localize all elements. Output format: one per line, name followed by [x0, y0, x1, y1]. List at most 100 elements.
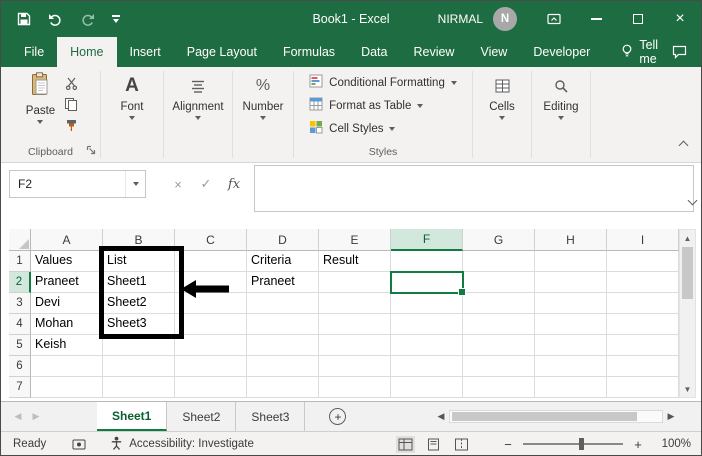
- close-button[interactable]: ×: [659, 1, 701, 37]
- select-all-button[interactable]: [9, 229, 31, 251]
- tab-review[interactable]: Review: [400, 37, 467, 67]
- cell-D5[interactable]: [247, 335, 319, 356]
- zoom-out-button[interactable]: −: [502, 437, 514, 452]
- cell-F5[interactable]: [391, 335, 463, 356]
- accessibility-button[interactable]: Accessibility: Investigate: [110, 436, 254, 453]
- row-header-7[interactable]: 7: [9, 377, 31, 398]
- cell-H4[interactable]: [535, 314, 607, 335]
- cell-F1[interactable]: [391, 251, 463, 272]
- row-header-1[interactable]: 1: [9, 251, 31, 272]
- tab-home[interactable]: Home: [57, 37, 117, 67]
- insert-function-button[interactable]: fx: [220, 177, 248, 192]
- cell-E3[interactable]: [319, 293, 391, 314]
- column-header-A[interactable]: A: [31, 229, 103, 251]
- maximize-button[interactable]: [617, 1, 659, 37]
- cell-G1[interactable]: [463, 251, 535, 272]
- cell-C7[interactable]: [175, 377, 247, 398]
- tab-page-layout[interactable]: Page Layout: [174, 37, 270, 67]
- horizontal-scroll-thumb[interactable]: [452, 411, 637, 421]
- row-header-2[interactable]: 2: [9, 272, 31, 293]
- cell-I7[interactable]: [607, 377, 679, 398]
- cancel-icon[interactable]: ×: [164, 177, 192, 192]
- cells-group-button[interactable]: Cells: [473, 67, 531, 120]
- zoom-slider[interactable]: [523, 438, 623, 450]
- tab-formulas[interactable]: Formulas: [270, 37, 348, 67]
- tab-data[interactable]: Data: [348, 37, 400, 67]
- sheet-tab-sheet3[interactable]: Sheet3: [236, 402, 306, 431]
- cell-I4[interactable]: [607, 314, 679, 335]
- cell-H1[interactable]: [535, 251, 607, 272]
- cell-A2[interactable]: Praneet: [31, 272, 103, 293]
- cell-A7[interactable]: [31, 377, 103, 398]
- cell-B6[interactable]: [103, 356, 175, 377]
- tab-view[interactable]: View: [467, 37, 520, 67]
- cell-I2[interactable]: [607, 272, 679, 293]
- cell-F6[interactable]: [391, 356, 463, 377]
- cell-A3[interactable]: Devi: [31, 293, 103, 314]
- cell-G5[interactable]: [463, 335, 535, 356]
- name-box-dropdown-icon[interactable]: [125, 171, 145, 197]
- font-group-button[interactable]: A Font: [101, 67, 163, 120]
- format-as-table-button[interactable]: Format as Table: [305, 96, 461, 115]
- cell-A4[interactable]: Mohan: [31, 314, 103, 335]
- cell-D1[interactable]: Criteria: [247, 251, 319, 272]
- cell-F3[interactable]: [391, 293, 463, 314]
- cell-C4[interactable]: [175, 314, 247, 335]
- cell-D7[interactable]: [247, 377, 319, 398]
- row-header-5[interactable]: 5: [9, 335, 31, 356]
- cell-A6[interactable]: [31, 356, 103, 377]
- cell-C5[interactable]: [175, 335, 247, 356]
- format-painter-icon[interactable]: [61, 117, 81, 133]
- zoom-percent-label[interactable]: 100%: [653, 438, 691, 450]
- clipboard-dialog-launcher-icon[interactable]: [86, 142, 96, 160]
- conditional-formatting-button[interactable]: Conditional Formatting: [305, 73, 461, 92]
- zoom-slider-thumb[interactable]: [579, 438, 584, 450]
- sheet-tab-sheet2[interactable]: Sheet2: [167, 402, 237, 431]
- minimize-button[interactable]: [575, 1, 617, 37]
- cell-B7[interactable]: [103, 377, 175, 398]
- tell-me-button[interactable]: Tell me: [621, 37, 672, 67]
- column-header-C[interactable]: C: [175, 229, 247, 251]
- undo-icon[interactable]: [48, 13, 63, 26]
- cell-C1[interactable]: [175, 251, 247, 272]
- redo-icon[interactable]: [80, 13, 95, 26]
- page-layout-view-icon[interactable]: [424, 436, 443, 453]
- tab-file[interactable]: File: [11, 37, 57, 67]
- account-name[interactable]: NIRMAL: [438, 12, 483, 26]
- cell-D4[interactable]: [247, 314, 319, 335]
- row-header-6[interactable]: 6: [9, 356, 31, 377]
- comments-icon[interactable]: [672, 37, 687, 67]
- cell-C6[interactable]: [175, 356, 247, 377]
- cell-E6[interactable]: [319, 356, 391, 377]
- zoom-in-button[interactable]: +: [632, 437, 644, 452]
- cell-styles-button[interactable]: Cell Styles: [305, 119, 461, 138]
- cell-G7[interactable]: [463, 377, 535, 398]
- editing-group-button[interactable]: Editing: [532, 67, 590, 120]
- scroll-down-icon[interactable]: ▼: [680, 382, 695, 396]
- cell-H3[interactable]: [535, 293, 607, 314]
- page-break-view-icon[interactable]: [452, 436, 471, 453]
- horizontal-scrollbar[interactable]: ◀ ▶: [433, 405, 679, 427]
- ribbon-display-options-icon[interactable]: [533, 1, 575, 37]
- enter-icon[interactable]: ✓: [192, 176, 220, 192]
- formula-bar-expand-icon[interactable]: [687, 191, 698, 209]
- cell-G2[interactable]: [463, 272, 535, 293]
- cell-F4[interactable]: [391, 314, 463, 335]
- formula-input[interactable]: [254, 165, 694, 212]
- sheet-nav-left-icon[interactable]: ◀: [9, 402, 27, 431]
- column-header-D[interactable]: D: [247, 229, 319, 251]
- column-header-F[interactable]: F: [391, 229, 463, 251]
- cell-I3[interactable]: [607, 293, 679, 314]
- tab-developer[interactable]: Developer: [520, 37, 603, 67]
- cell-A1[interactable]: Values: [31, 251, 103, 272]
- cell-I6[interactable]: [607, 356, 679, 377]
- cell-I1[interactable]: [607, 251, 679, 272]
- column-header-H[interactable]: H: [535, 229, 607, 251]
- sheet-nav-right-icon[interactable]: ▶: [27, 402, 45, 431]
- customize-quick-access-icon[interactable]: [112, 15, 120, 23]
- copy-icon[interactable]: [61, 96, 81, 112]
- sheet-tab-sheet1[interactable]: Sheet1: [97, 402, 168, 431]
- name-box[interactable]: F2: [9, 170, 146, 198]
- cell-H2[interactable]: [535, 272, 607, 293]
- cell-H6[interactable]: [535, 356, 607, 377]
